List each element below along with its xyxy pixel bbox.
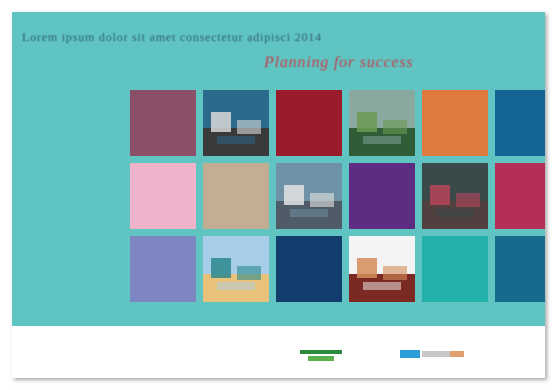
page: Lorem ipsum dolor sit amet consectetur a… (0, 0, 555, 390)
harbour-photo (203, 90, 269, 156)
crowd-photo (422, 163, 488, 229)
color-tile (130, 236, 196, 302)
color-tile (495, 163, 545, 229)
color-tile (203, 163, 269, 229)
cover-subtitle: Planning for success (264, 54, 414, 71)
color-tile (130, 163, 196, 229)
logo-left-mark (300, 350, 342, 354)
footer-band (12, 326, 545, 378)
partner-logo-right (400, 348, 464, 362)
color-tile (495, 90, 545, 156)
logo-left-wordmark (308, 356, 334, 361)
cover-title: Lorem ipsum dolor sit amet consectetur a… (22, 30, 322, 44)
building-photo (276, 163, 342, 229)
color-tile (276, 90, 342, 156)
garden-photo (349, 90, 415, 156)
color-tile (495, 236, 545, 302)
townhouse-photo (349, 236, 415, 302)
color-tile (276, 236, 342, 302)
document-cover: Lorem ipsum dolor sit amet consectetur a… (12, 12, 545, 378)
logo-right-wordmark (422, 351, 450, 357)
logo-right-mark (400, 350, 420, 358)
color-tile (349, 163, 415, 229)
logo-right-accent (450, 351, 464, 357)
image-tile-grid (130, 90, 545, 302)
color-tile (130, 90, 196, 156)
partner-logo-left (300, 348, 342, 362)
color-tile (422, 90, 488, 156)
color-tile (422, 236, 488, 302)
beach-photo (203, 236, 269, 302)
